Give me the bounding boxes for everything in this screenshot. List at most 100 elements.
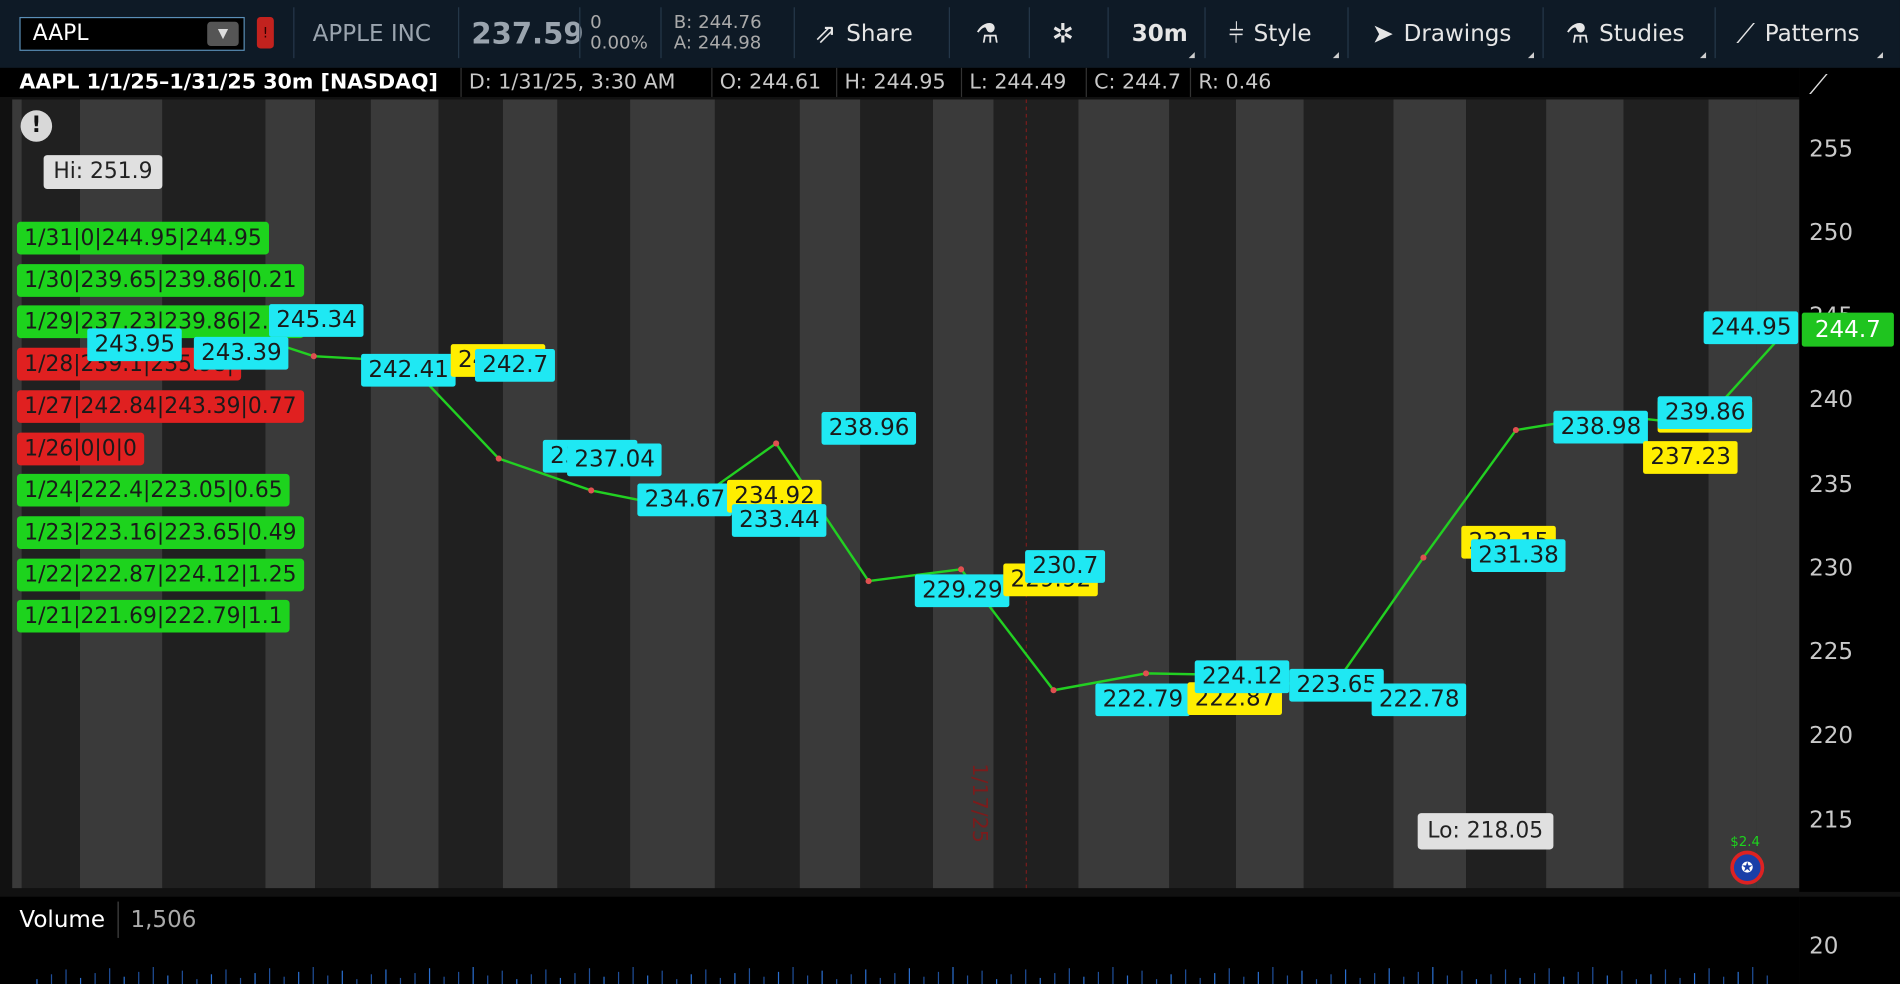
volume-bar	[1504, 969, 1507, 984]
price-point	[1050, 687, 1057, 694]
divider	[293, 7, 295, 59]
flask-button[interactable]: ⚗	[975, 0, 999, 68]
gear-icon: ✲	[1051, 18, 1075, 50]
volume-bar	[414, 973, 416, 984]
date-marker-label: 1/17/25	[966, 763, 992, 843]
chevron-down-icon[interactable]: ▼	[207, 21, 239, 47]
volume-bar	[1679, 977, 1681, 984]
price-bubble: 223.65	[1289, 668, 1385, 702]
volume-bar	[937, 971, 940, 984]
volume-bar	[239, 977, 242, 984]
price-point	[773, 440, 780, 447]
price-axis-tick: 215	[1809, 806, 1854, 834]
daily-summary-row: 1/21|221.69|222.79|1.1	[16, 600, 290, 633]
price-bubble: 229.29	[914, 573, 1010, 607]
bar-high: H: 244.95	[836, 67, 953, 97]
session-stripe	[315, 99, 371, 889]
price-bubble: 231.38	[1471, 538, 1567, 572]
volume-bar	[1359, 977, 1361, 984]
change-percent: 0.00%	[590, 31, 648, 54]
bar-date: D: 1/31/25, 3:30 AM	[460, 67, 682, 97]
volume-bar	[1664, 969, 1667, 984]
volume-bar	[1054, 973, 1056, 984]
volume-bar	[763, 976, 765, 984]
change-value: 0	[590, 10, 602, 33]
volume-bar	[734, 973, 736, 984]
daily-summary-row: 1/31|0|244.95|244.95	[16, 221, 270, 255]
session-stripe	[1546, 99, 1624, 889]
price-bubble: 222.78	[1371, 683, 1467, 716]
badge-icon[interactable]: ✪	[1730, 850, 1765, 885]
volume-bar	[545, 969, 547, 984]
volume-bar	[487, 975, 489, 984]
share-button[interactable]: ⇗ Share	[814, 0, 912, 68]
volume-bar	[312, 967, 314, 984]
volume-bar	[167, 975, 169, 984]
volume-bar	[443, 976, 445, 984]
volume-bar	[1693, 973, 1696, 984]
volume-bar	[65, 969, 67, 984]
volume-bar	[1592, 967, 1594, 984]
volume-bar	[1126, 975, 1129, 984]
volume-pane[interactable]: Volume 1,506	[0, 896, 1800, 984]
volume-bar	[1083, 976, 1085, 984]
bid-ask: B: 244.76 A: 244.98	[674, 12, 762, 53]
session-stripe	[1708, 99, 1757, 889]
divider	[948, 7, 950, 59]
settings-button[interactable]: ✲	[1052, 0, 1074, 68]
volume-bar	[676, 979, 678, 984]
volume-bar	[181, 970, 183, 984]
session-stripe	[1078, 99, 1170, 889]
style-button[interactable]: ⫩ Style	[1229, 0, 1312, 68]
share-label: Share	[846, 20, 913, 48]
share-icon: ⇗	[814, 18, 837, 50]
volume-bar	[370, 974, 372, 984]
bid-value: B: 244.76	[673, 10, 762, 33]
price-point	[1420, 554, 1427, 561]
alert-icon[interactable]: !	[256, 16, 274, 49]
price-point	[588, 487, 595, 494]
warning-icon[interactable]: !	[20, 110, 53, 142]
volume-bar	[1490, 974, 1492, 984]
volume-bar	[36, 979, 38, 984]
volume-bar	[1374, 973, 1376, 984]
volume-bar	[690, 974, 692, 984]
volume-bar	[501, 970, 503, 984]
volume-bar	[79, 977, 82, 984]
volume-bar	[1606, 975, 1608, 984]
bar-close: C: 244.7	[1085, 67, 1189, 97]
price-point	[865, 578, 872, 585]
volume-bar	[458, 971, 460, 984]
price-axis[interactable]: ⟋ 255250245240235230225220215 244.7	[1799, 67, 1900, 892]
volume-bar	[356, 979, 358, 984]
volume-bar	[123, 976, 125, 984]
studies-button[interactable]: ⚗ Studies	[1566, 0, 1685, 68]
symbol-input[interactable]: AAPL ▼	[19, 16, 245, 51]
divider	[793, 7, 795, 59]
patterns-button[interactable]: ⟋ Patterns	[1736, 0, 1859, 68]
timeframe-button[interactable]: 30m	[1132, 0, 1188, 68]
price-axis-tick: 225	[1809, 638, 1854, 666]
session-stripe	[1756, 99, 1800, 889]
studies-label: Studies	[1599, 20, 1685, 48]
volume-bar	[1723, 976, 1725, 984]
session-stripe	[993, 99, 1079, 889]
draw-tool-icon[interactable]: ⟋	[1809, 70, 1828, 100]
volume-bar	[879, 977, 881, 984]
volume-bar	[1417, 971, 1419, 984]
volume-bar	[50, 974, 53, 984]
divider	[579, 7, 581, 59]
drawings-button[interactable]: ➤ Drawings	[1372, 0, 1512, 68]
volume-bar	[1475, 979, 1478, 984]
volume-bar	[1068, 968, 1070, 984]
volume-bar	[530, 974, 532, 984]
volume-bar	[836, 979, 838, 984]
hi-label: Hi: 251.9	[43, 155, 163, 190]
session-stripe	[1169, 99, 1236, 889]
price-bubble: 222.79	[1095, 683, 1191, 716]
price-chart[interactable]: ! Hi: 251.9 Lo: 218.05 1/17/25 1/31|0|24…	[12, 99, 1800, 889]
volume-bar	[1243, 976, 1245, 984]
volume-bar	[1534, 973, 1536, 984]
volume-bar	[632, 967, 634, 984]
session-stripe	[557, 99, 631, 889]
